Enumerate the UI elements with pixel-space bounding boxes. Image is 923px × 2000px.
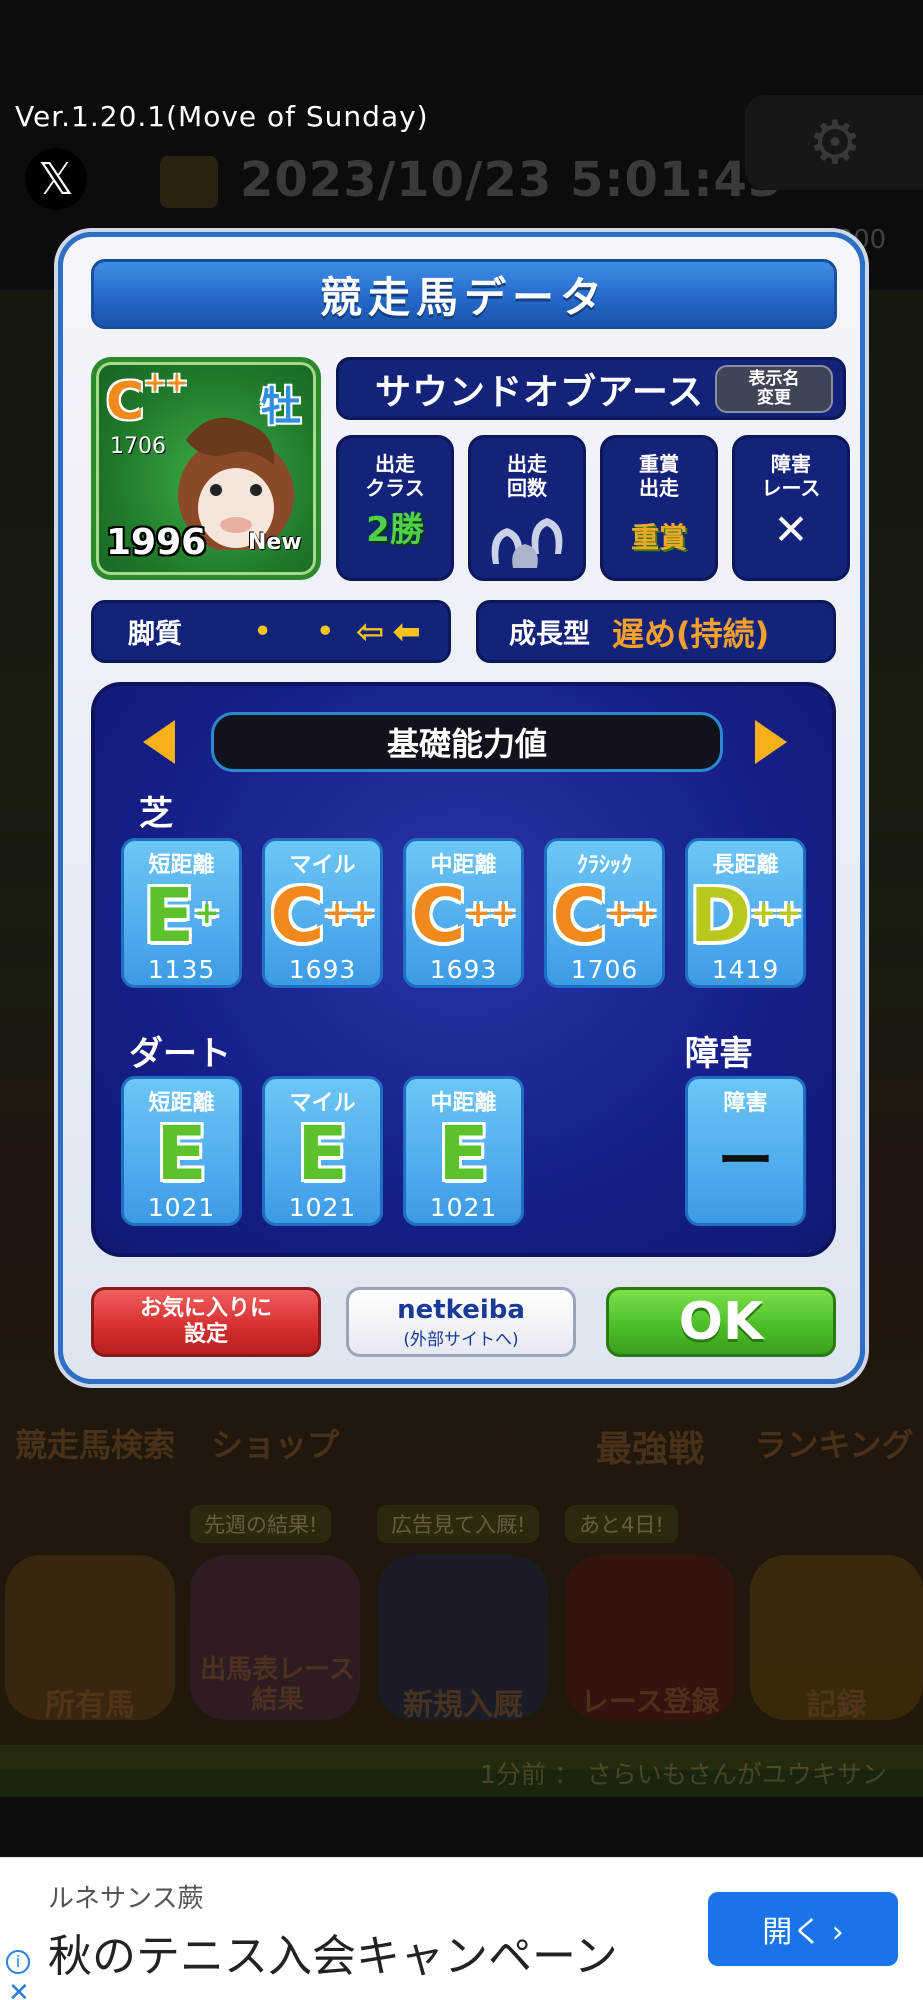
ad-banner[interactable]: ルネサンス蕨 秋のテニス入会キャンペーン 開く › i ✕ <box>0 1857 923 2000</box>
rename-label: 表示名 変更 <box>748 369 800 408</box>
version-label: Ver.1.20.1(Move of Sunday) <box>15 100 429 133</box>
stat-label: 出走 クラス <box>365 452 425 500</box>
stat-race-count: 出走 回数 <box>468 435 586 581</box>
ad-advertiser: ルネサンス蕨 <box>48 1884 204 1914</box>
stat-value: ✕ <box>773 505 809 554</box>
horse-score: 1706 <box>110 434 166 459</box>
ad-close-icon[interactable]: ✕ <box>8 1978 30 2000</box>
turf-long-tile: 長距離 D++ 1419 <box>685 838 806 988</box>
ability-title: 基礎能力値 <box>211 712 723 772</box>
ad-headline: 秋のテニス入会キャンペーン <box>48 1931 618 1982</box>
tile-value: 1706 <box>570 955 639 984</box>
tile-grade: E <box>438 1111 489 1197</box>
turf-label: 芝 <box>139 794 173 834</box>
dirt-mile-tile: マイル E 1021 <box>262 1076 383 1226</box>
tile-value: 1021 <box>429 1193 498 1222</box>
stat-label: 出走 回数 <box>507 452 547 500</box>
favorite-button[interactable]: お気に入りに 設定 <box>91 1287 321 1357</box>
ok-button[interactable]: OK <box>606 1287 836 1357</box>
stat-hurdle-race: 障害 レース ✕ <box>732 435 850 581</box>
hurdle-label: 障害 <box>685 1034 753 1074</box>
tile-value: 1419 <box>711 955 780 984</box>
horse-sex: 牡 <box>261 384 301 430</box>
turf-mile-tile: マイル C++ 1693 <box>262 838 383 988</box>
growth-label: 成長型 <box>509 619 590 650</box>
tile-grade: C++ <box>270 873 375 959</box>
stat-label: 重賞 出走 <box>639 452 679 500</box>
horse-data-dialog: 競走馬データ C++ 1706 牡 1996 New サウンドオブアース 表示名… <box>58 232 865 1384</box>
running-style-dots: • • <box>254 616 352 647</box>
stat-graded-race: 重賞 出走 重賞 <box>600 435 718 581</box>
horseshoe-icon <box>491 518 563 568</box>
tile-value: 1135 <box>147 955 216 984</box>
tile-value: 1693 <box>429 955 498 984</box>
dialog-title: 競走馬データ <box>91 259 837 329</box>
growth-value: 遅め(持続) <box>612 614 770 653</box>
new-badge: New <box>248 530 302 555</box>
tile-value: 1693 <box>288 955 357 984</box>
tile-grade: C++ <box>552 873 657 959</box>
dirt-middle-tile: 中距離 E 1021 <box>403 1076 524 1226</box>
arrow-left-filled-icon: ⬅ <box>392 611 421 652</box>
stat-label: 障害 レース <box>761 452 821 500</box>
stat-race-class: 出走 クラス 2勝 <box>336 435 454 581</box>
horse-year: 1996 <box>106 522 207 563</box>
stat-value: 2勝 <box>366 510 424 550</box>
tile-value: 1021 <box>288 1193 357 1222</box>
hurdle-tile: 障害 ー <box>685 1076 806 1226</box>
netkeiba-sublabel: (外部サイトへ) <box>403 1329 519 1350</box>
tile-grade: ー <box>717 1129 774 1194</box>
netkeiba-label: netkeiba <box>397 1294 525 1325</box>
turf-sprint-tile: 短距離 E+ 1135 <box>121 838 242 988</box>
tile-value: 1021 <box>147 1193 216 1222</box>
ad-open-button[interactable]: 開く › <box>708 1892 898 1966</box>
growth-type-pill: 成長型 遅め(持続) <box>476 600 836 663</box>
horse-rank: C++ <box>106 368 188 432</box>
running-style-label: 脚質 <box>128 619 182 650</box>
dirt-sprint-tile: 短距離 E 1021 <box>121 1076 242 1226</box>
tile-distance: 障害 <box>723 1091 768 1116</box>
tile-grade: E+ <box>143 873 220 959</box>
turf-middle-tile: 中距離 C++ 1693 <box>403 838 524 988</box>
prev-page-arrow-icon[interactable] <box>143 720 175 764</box>
x-logo-icon[interactable]: 𝕏 <box>25 148 87 210</box>
running-style-pill: 脚質 • • ⇦ ⬅ <box>91 600 451 663</box>
tile-grade: C++ <box>411 873 516 959</box>
ad-info-icon[interactable]: i <box>6 1950 30 1974</box>
turf-classic-tile: ｸﾗｼｯｸ C++ 1706 <box>544 838 665 988</box>
rename-display-button[interactable]: 表示名 変更 <box>715 365 833 413</box>
stat-value: 重賞 <box>630 521 687 554</box>
dirt-label: ダート <box>129 1034 231 1074</box>
tile-grade: E <box>156 1111 207 1197</box>
next-page-arrow-icon[interactable] <box>755 720 787 764</box>
favorite-label: お気に入りに 設定 <box>139 1296 272 1347</box>
tile-grade: D++ <box>689 873 802 959</box>
tile-grade: E <box>297 1111 348 1197</box>
arrow-left-outline-icon: ⇦ <box>355 611 385 652</box>
netkeiba-button[interactable]: netkeiba (外部サイトへ) <box>346 1287 576 1357</box>
horse-portrait-card: C++ 1706 牡 1996 New <box>91 357 321 580</box>
ability-panel: 基礎能力値 芝 短距離 E+ 1135 マイル C++ 1693 中距離 C++… <box>91 682 836 1257</box>
